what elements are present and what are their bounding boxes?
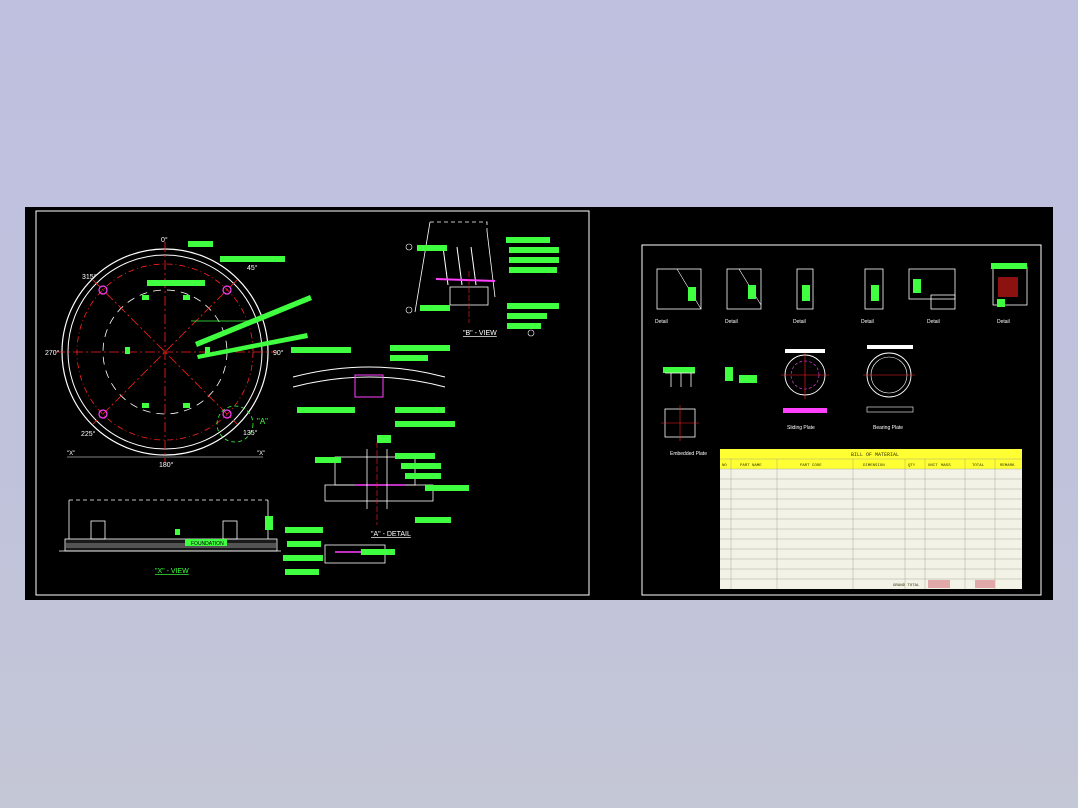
- angle-label-135: 135°: [243, 429, 258, 437]
- b-view-title: "B" - VIEW: [463, 330, 497, 337]
- detail-callout: "A": [257, 417, 268, 426]
- detail-caption-2: Detail: [725, 319, 738, 325]
- angle-label-45: 45°: [247, 264, 258, 272]
- x-view-foundation-label: FOUNDATION: [191, 541, 224, 547]
- bom-header-no: NO: [722, 464, 727, 468]
- bom-title: BILL OF MATERIAL: [851, 452, 899, 458]
- drawing-area: 0° 45° 90° 135° 180° 225° 270° 315° "A" …: [25, 207, 1053, 600]
- sheet1-frame: [35, 210, 590, 596]
- angle-label-0: 0°: [161, 236, 168, 244]
- angle-label-315: 315°: [82, 273, 97, 281]
- angle-label-90: 90°: [273, 349, 284, 357]
- detail-caption-5: Detail: [927, 319, 940, 325]
- a-detail: [283, 345, 469, 575]
- detail-caption-4: Detail: [861, 319, 874, 325]
- details-row-1: [656, 263, 1028, 310]
- angle-label-225: 225°: [81, 430, 96, 438]
- bom-header-dimension: DIMENSION: [863, 464, 885, 468]
- bom-header-remark: REMARK: [1000, 464, 1015, 468]
- detail-caption-1: Detail: [655, 319, 668, 325]
- angle-label-270: 270°: [45, 349, 60, 357]
- a-detail-title: "A" - DETAIL: [371, 531, 411, 538]
- bom-header-part-name: PART NAME: [740, 464, 762, 468]
- section-mark-left: "X": [67, 451, 75, 457]
- bom-header-mass: MASS: [941, 464, 951, 468]
- bom-header-unit: UNIT: [928, 464, 938, 468]
- section-mark-right: "X": [257, 451, 265, 457]
- bom-table: [720, 449, 1022, 589]
- angle-label-180: 180°: [159, 461, 174, 469]
- b-view: [405, 221, 559, 337]
- detail-caption-3: Detail: [793, 319, 806, 325]
- bearing-plate-caption: Bearing Plate: [873, 425, 903, 431]
- x-view-title: "X" - VIEW: [155, 568, 189, 575]
- bom-header-total: TOTAL: [972, 464, 985, 468]
- bom-grand-total: GRAND TOTAL: [893, 584, 920, 588]
- cad-drawing: 0° 45° 90° 135° 180° 225° 270° 315° "A" …: [35, 210, 1042, 596]
- x-view: [59, 499, 281, 552]
- embedded-plate-caption: Embedded Plate: [670, 451, 707, 457]
- detail-caption-6: Detail: [997, 319, 1010, 325]
- bom-header-qty: QTY: [908, 464, 916, 468]
- sliding-plate-caption: Sliding Plate: [787, 425, 815, 431]
- bom-header-part-code: PART CODE: [800, 464, 822, 468]
